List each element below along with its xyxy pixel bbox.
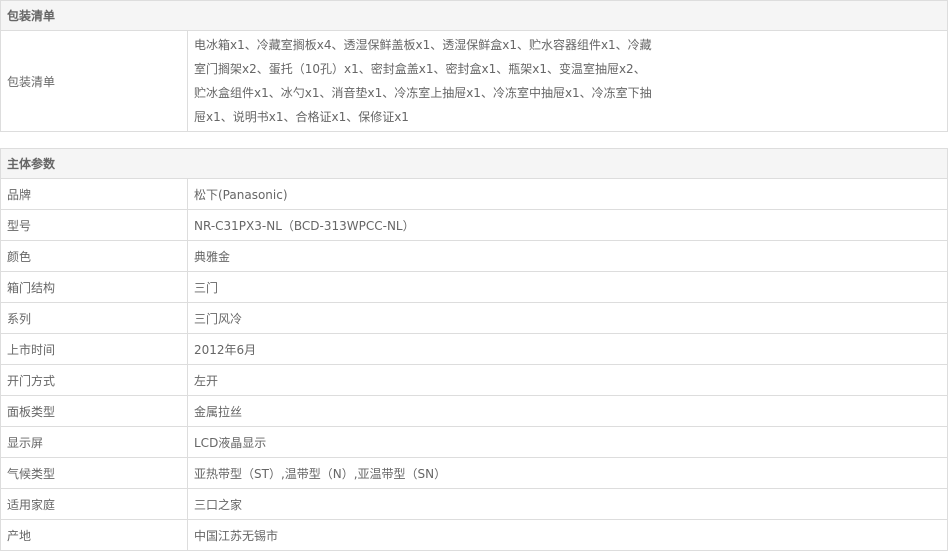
- param-value: NR-C31PX3-NL（BCD-313WPCC-NL）: [187, 209, 948, 241]
- param-label: 气候类型: [0, 457, 188, 489]
- param-label: 面板类型: [0, 395, 188, 427]
- param-value: 金属拉丝: [187, 395, 948, 427]
- param-row: 系列 三门风冷: [0, 302, 948, 334]
- param-label: 箱门结构: [0, 271, 188, 303]
- packing-contents-text: 电冰箱x1、冷藏室搁板x4、透湿保鲜盖板x1、透湿保鲜盒x1、贮水容器组件x1、…: [194, 38, 652, 124]
- packing-section-header: 包装清单: [0, 0, 948, 31]
- param-label: 品牌: [0, 178, 188, 210]
- param-value: 2012年6月: [187, 333, 948, 365]
- param-label: 开门方式: [0, 364, 188, 396]
- param-row: 品牌 松下(Panasonic): [0, 178, 948, 210]
- param-row: 型号 NR-C31PX3-NL（BCD-313WPCC-NL）: [0, 209, 948, 241]
- param-label: 型号: [0, 209, 188, 241]
- packing-row-value: 电冰箱x1、冷藏室搁板x4、透湿保鲜盖板x1、透湿保鲜盒x1、贮水容器组件x1、…: [187, 30, 948, 132]
- param-value: 亚热带型（ST）,温带型（N）,亚温带型（SN）: [187, 457, 948, 489]
- param-label: 显示屏: [0, 426, 188, 458]
- param-value: 三口之家: [187, 488, 948, 520]
- param-row: 产地 中国江苏无锡市: [0, 519, 948, 551]
- param-row: 气候类型 亚热带型（ST）,温带型（N）,亚温带型（SN）: [0, 457, 948, 489]
- param-row: 适用家庭 三口之家: [0, 488, 948, 520]
- param-label: 系列: [0, 302, 188, 334]
- param-row: 面板类型 金属拉丝: [0, 395, 948, 427]
- packing-row: 包装清单 电冰箱x1、冷藏室搁板x4、透湿保鲜盖板x1、透湿保鲜盒x1、贮水容器…: [0, 30, 948, 132]
- param-value: 松下(Panasonic): [187, 178, 948, 210]
- main-params-table: 主体参数 品牌 松下(Panasonic) 型号 NR-C31PX3-NL（BCD-3…: [0, 148, 948, 551]
- packing-section-title: 包装清单: [0, 0, 948, 31]
- param-value: LCD液晶显示: [187, 426, 948, 458]
- param-value: 典雅金: [187, 240, 948, 272]
- param-value: 左开: [187, 364, 948, 396]
- param-label: 上市时间: [0, 333, 188, 365]
- main-params-section-header: 主体参数: [0, 148, 948, 179]
- param-label: 产地: [0, 519, 188, 551]
- param-value: 三门: [187, 271, 948, 303]
- param-label: 颜色: [0, 240, 188, 272]
- packing-row-label: 包装清单: [0, 30, 188, 132]
- param-value: 三门风冷: [187, 302, 948, 334]
- param-value: 中国江苏无锡市: [187, 519, 948, 551]
- param-row: 箱门结构 三门: [0, 271, 948, 303]
- main-params-section-title: 主体参数: [0, 148, 948, 179]
- param-row: 显示屏 LCD液晶显示: [0, 426, 948, 458]
- param-row: 颜色 典雅金: [0, 240, 948, 272]
- param-label: 适用家庭: [0, 488, 188, 520]
- param-row: 上市时间 2012年6月: [0, 333, 948, 365]
- param-row: 开门方式 左开: [0, 364, 948, 396]
- packing-list-table: 包装清单 包装清单 电冰箱x1、冷藏室搁板x4、透湿保鲜盖板x1、透湿保鲜盒x1…: [0, 0, 948, 132]
